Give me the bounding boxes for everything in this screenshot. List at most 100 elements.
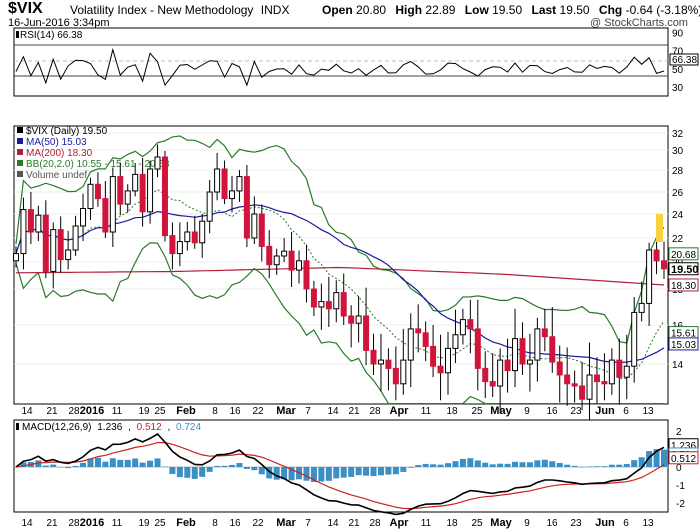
x-tick-label: 16	[546, 406, 558, 417]
macd-hist-bar	[154, 458, 161, 467]
y-tick-label: 22	[672, 234, 684, 245]
macd-tick-label: -1	[676, 481, 685, 492]
macd-legend-signal: 0.512	[137, 422, 162, 433]
x-tick-label: 25	[471, 518, 483, 529]
macd-hist-bar	[325, 467, 332, 481]
macd-hist-bar	[459, 458, 466, 467]
x-tick-label: 9	[524, 406, 530, 417]
x-tick-label: Mar	[276, 517, 296, 529]
x-tick-label: 11	[112, 518, 123, 529]
price-value-tag: 20.68	[668, 247, 699, 261]
macd-hist-bar	[229, 464, 235, 467]
x-tick-label: 2016	[80, 405, 104, 417]
macd-hist-bar	[57, 467, 64, 468]
macd-hist-bar	[273, 467, 280, 480]
rsi-tick-label: 30	[672, 83, 684, 94]
macd-hist-bar	[94, 457, 101, 467]
macd-hist-bar	[318, 467, 325, 482]
macd-hist-bar	[422, 463, 429, 467]
macd-value-tag: 0.512	[668, 451, 699, 465]
legend-entry: MA(200) 18.30	[26, 148, 93, 159]
x-tick-label: 8	[212, 518, 218, 529]
x-tick-label: 23	[570, 406, 582, 417]
macd-hist-bar	[601, 466, 608, 467]
macd-hist-bar	[549, 461, 556, 467]
x-tick-label: 13	[642, 518, 654, 529]
macd-hist-bar	[474, 460, 481, 467]
macd-hist-bar	[534, 460, 541, 467]
macd-hist-bar	[504, 463, 511, 467]
macd-hist-bar	[541, 459, 548, 467]
x-tick-label: 16	[546, 518, 558, 529]
x-tick-label: Apr	[390, 405, 410, 417]
macd-hist-bar	[556, 463, 563, 467]
macd-hist-bar	[139, 462, 146, 467]
macd-hist-bar	[251, 467, 258, 471]
macd-hist-bar	[72, 465, 79, 467]
x-tick-label: 28	[369, 518, 381, 529]
x-tick-label: 2016	[80, 517, 104, 529]
macd-hist-bar	[445, 463, 451, 467]
macd-hist-bar	[206, 467, 213, 472]
x-tick-label: 19	[138, 406, 150, 417]
x-tick-label: 28	[68, 518, 80, 529]
x-tick-label: 11	[421, 518, 432, 529]
x-axis-top: 14 21 28 2016 11 19 25 Feb 8 16 22 Mar 7 14 21 28 Apr 11 1…	[21, 405, 654, 417]
x-tick-label: 21	[46, 406, 58, 417]
x-tick-label: 11	[421, 406, 432, 417]
macd-hist-bar	[80, 462, 87, 467]
macd-hist-bar	[512, 461, 519, 467]
macd-hist-bar	[392, 467, 399, 475]
x-tick-label: 23	[570, 518, 582, 529]
macd-hist-bar	[526, 462, 533, 467]
candle	[243, 165, 250, 247]
macd-hist-bar	[258, 467, 265, 475]
x-tick-label: Jun	[595, 405, 615, 417]
macd-hist-bar	[452, 461, 459, 467]
macd-hist-bar	[340, 467, 347, 478]
price-panel: 32302826242220181614 $VIX (Daily) 19.50M…	[13, 125, 699, 427]
macd-hist-bar	[176, 467, 183, 478]
macd-hist-bar	[333, 467, 340, 479]
macd-hist-bar	[430, 464, 437, 467]
x-tick-label: 28	[369, 406, 381, 417]
macd-hist-bar	[184, 467, 191, 478]
x-tick-label: 16	[229, 518, 241, 529]
macd-hist-bar	[407, 467, 414, 468]
macd-hist-bar	[236, 463, 243, 467]
macd-hist-bar	[42, 465, 49, 467]
rsi-tick-label: 50	[672, 65, 684, 76]
macd-hist-bar	[437, 464, 444, 467]
macd-hist-bar	[124, 459, 131, 467]
macd-hist-bar	[65, 467, 72, 469]
y-tick-label: 14	[672, 360, 684, 371]
macd-hist-bar	[593, 466, 600, 467]
x-tick-label: 18	[446, 406, 458, 417]
current-bar-highlight	[656, 214, 663, 242]
rsi-value-label: 66.38	[672, 55, 697, 66]
price-value-tag: 18.30	[668, 278, 699, 292]
x-tick-label: 16	[229, 406, 241, 417]
legend-entry: Volume undef	[26, 170, 87, 181]
macd-hist-bar	[161, 466, 168, 468]
x-tick-label: 19	[138, 518, 150, 529]
macd-hist-bar	[571, 465, 578, 467]
x-tick-label: 6	[623, 406, 629, 417]
macd-hist-bar	[132, 458, 139, 467]
macd-legend-macd: 1.236	[97, 422, 122, 433]
macd-tick-label: -2	[676, 499, 685, 510]
svg-text:19.50: 19.50	[671, 264, 699, 276]
y-tick-label: 30	[672, 146, 684, 157]
candle	[161, 151, 168, 242]
macd-hist-bar	[646, 451, 653, 467]
macd-hist-bar	[415, 465, 422, 467]
macd-hist-bar	[661, 449, 667, 467]
macd-panel: MACD(12,26,9) 1.236 , 0.512 , 0.724 210-…	[13, 419, 699, 516]
svg-text:20.68: 20.68	[671, 250, 696, 261]
macd-hist-bar	[385, 467, 392, 475]
macd-legend-hist: 0.724	[176, 422, 201, 433]
macd-hist-bar	[109, 458, 116, 467]
macd-hist-bar	[497, 463, 504, 467]
x-tick-label: Jun	[595, 517, 615, 529]
macd-hist-bar	[214, 465, 221, 467]
